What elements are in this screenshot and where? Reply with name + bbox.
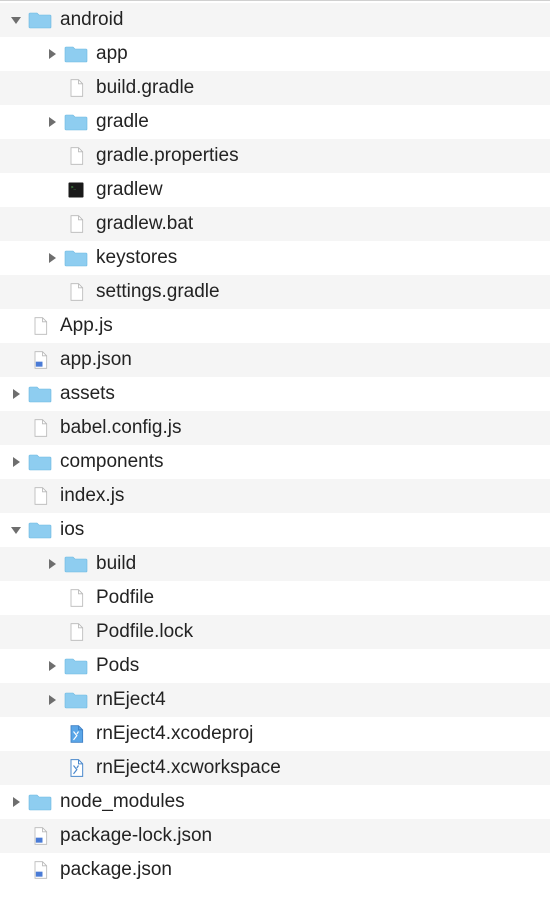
- tree-item-label: app.json: [60, 349, 132, 371]
- folder-icon: [28, 518, 52, 542]
- tree-item-label: babel.config.js: [60, 417, 181, 439]
- tree-item-label: node_modules: [60, 791, 185, 813]
- folder-icon: [64, 246, 88, 270]
- tree-item-label: android: [60, 9, 123, 31]
- json-file-icon: [28, 824, 52, 848]
- tree-item-label: gradle: [96, 111, 149, 133]
- chevron-right-icon[interactable]: [8, 386, 24, 402]
- tree-item-label: App.js: [60, 315, 113, 337]
- tree-row[interactable]: gradle.properties: [0, 139, 550, 173]
- tree-row[interactable]: gradlew.bat: [0, 207, 550, 241]
- tree-item-label: ios: [60, 519, 84, 541]
- folder-icon: [64, 654, 88, 678]
- tree-row[interactable]: node_modules: [0, 785, 550, 819]
- file-icon: [28, 484, 52, 508]
- tree-row[interactable]: app: [0, 37, 550, 71]
- tree-row[interactable]: package.json: [0, 853, 550, 887]
- tree-row[interactable]: ios: [0, 513, 550, 547]
- folder-icon: [28, 790, 52, 814]
- json-file-icon: [28, 858, 52, 882]
- folder-icon: [28, 8, 52, 32]
- tree-item-label: components: [60, 451, 164, 473]
- tree-row[interactable]: build: [0, 547, 550, 581]
- file-icon: [64, 212, 88, 236]
- chevron-down-icon[interactable]: [8, 12, 24, 28]
- folder-icon: [64, 42, 88, 66]
- folder-icon: [28, 450, 52, 474]
- file-icon: [28, 416, 52, 440]
- tree-item-label: rnEject4: [96, 689, 166, 711]
- tree-item-label: settings.gradle: [96, 281, 220, 303]
- tree-item-label: gradlew: [96, 179, 163, 201]
- tree-row[interactable]: assets: [0, 377, 550, 411]
- tree-item-label: gradlew.bat: [96, 213, 193, 235]
- tree-item-label: app: [96, 43, 128, 65]
- folder-icon: [64, 688, 88, 712]
- file-icon: [64, 76, 88, 100]
- tree-row[interactable]: app.json: [0, 343, 550, 377]
- tree-item-label: package-lock.json: [60, 825, 212, 847]
- tree-item-label: rnEject4.xcodeproj: [96, 723, 253, 745]
- tree-item-label: index.js: [60, 485, 124, 507]
- tree-row[interactable]: Podfile: [0, 581, 550, 615]
- tree-row[interactable]: Pods: [0, 649, 550, 683]
- chevron-right-icon[interactable]: [44, 114, 60, 130]
- chevron-right-icon[interactable]: [44, 46, 60, 62]
- tree-row[interactable]: keystores: [0, 241, 550, 275]
- folder-icon: [64, 110, 88, 134]
- file-icon: [64, 620, 88, 644]
- tree-item-label: keystores: [96, 247, 177, 269]
- tree-item-label: rnEject4.xcworkspace: [96, 757, 281, 779]
- chevron-right-icon[interactable]: [8, 454, 24, 470]
- tree-item-label: Podfile: [96, 587, 154, 609]
- chevron-right-icon[interactable]: [44, 658, 60, 674]
- terminal-icon: >_: [64, 178, 88, 202]
- tree-row[interactable]: Podfile.lock: [0, 615, 550, 649]
- tree-item-label: gradle.properties: [96, 145, 239, 167]
- json-file-icon: [28, 348, 52, 372]
- tree-item-label: assets: [60, 383, 115, 405]
- tree-row[interactable]: index.js: [0, 479, 550, 513]
- tree-row[interactable]: components: [0, 445, 550, 479]
- chevron-right-icon[interactable]: [44, 250, 60, 266]
- tree-row[interactable]: android: [0, 3, 550, 37]
- tree-row[interactable]: >_ gradlew: [0, 173, 550, 207]
- xcworkspace-icon: [64, 756, 88, 780]
- tree-item-label: build.gradle: [96, 77, 194, 99]
- tree-row[interactable]: gradle: [0, 105, 550, 139]
- folder-icon: [64, 552, 88, 576]
- chevron-right-icon[interactable]: [8, 794, 24, 810]
- tree-item-label: Podfile.lock: [96, 621, 193, 643]
- tree-row[interactable]: package-lock.json: [0, 819, 550, 853]
- tree-row[interactable]: App.js: [0, 309, 550, 343]
- tree-item-label: Pods: [96, 655, 139, 677]
- file-icon: [64, 144, 88, 168]
- file-tree: android app build.gradle gradle gradle.prope…: [0, 1, 550, 887]
- svg-text:>_: >_: [71, 184, 77, 189]
- xcodeproj-icon: [64, 722, 88, 746]
- tree-row[interactable]: settings.gradle: [0, 275, 550, 309]
- tree-item-label: package.json: [60, 859, 172, 881]
- chevron-right-icon[interactable]: [44, 556, 60, 572]
- tree-row[interactable]: rnEject4: [0, 683, 550, 717]
- file-icon: [64, 280, 88, 304]
- file-icon: [28, 314, 52, 338]
- tree-item-label: build: [96, 553, 136, 575]
- tree-row[interactable]: rnEject4.xcodeproj: [0, 717, 550, 751]
- tree-row[interactable]: build.gradle: [0, 71, 550, 105]
- chevron-down-icon[interactable]: [8, 522, 24, 538]
- tree-row[interactable]: babel.config.js: [0, 411, 550, 445]
- file-icon: [64, 586, 88, 610]
- folder-icon: [28, 382, 52, 406]
- chevron-right-icon[interactable]: [44, 692, 60, 708]
- tree-row[interactable]: rnEject4.xcworkspace: [0, 751, 550, 785]
